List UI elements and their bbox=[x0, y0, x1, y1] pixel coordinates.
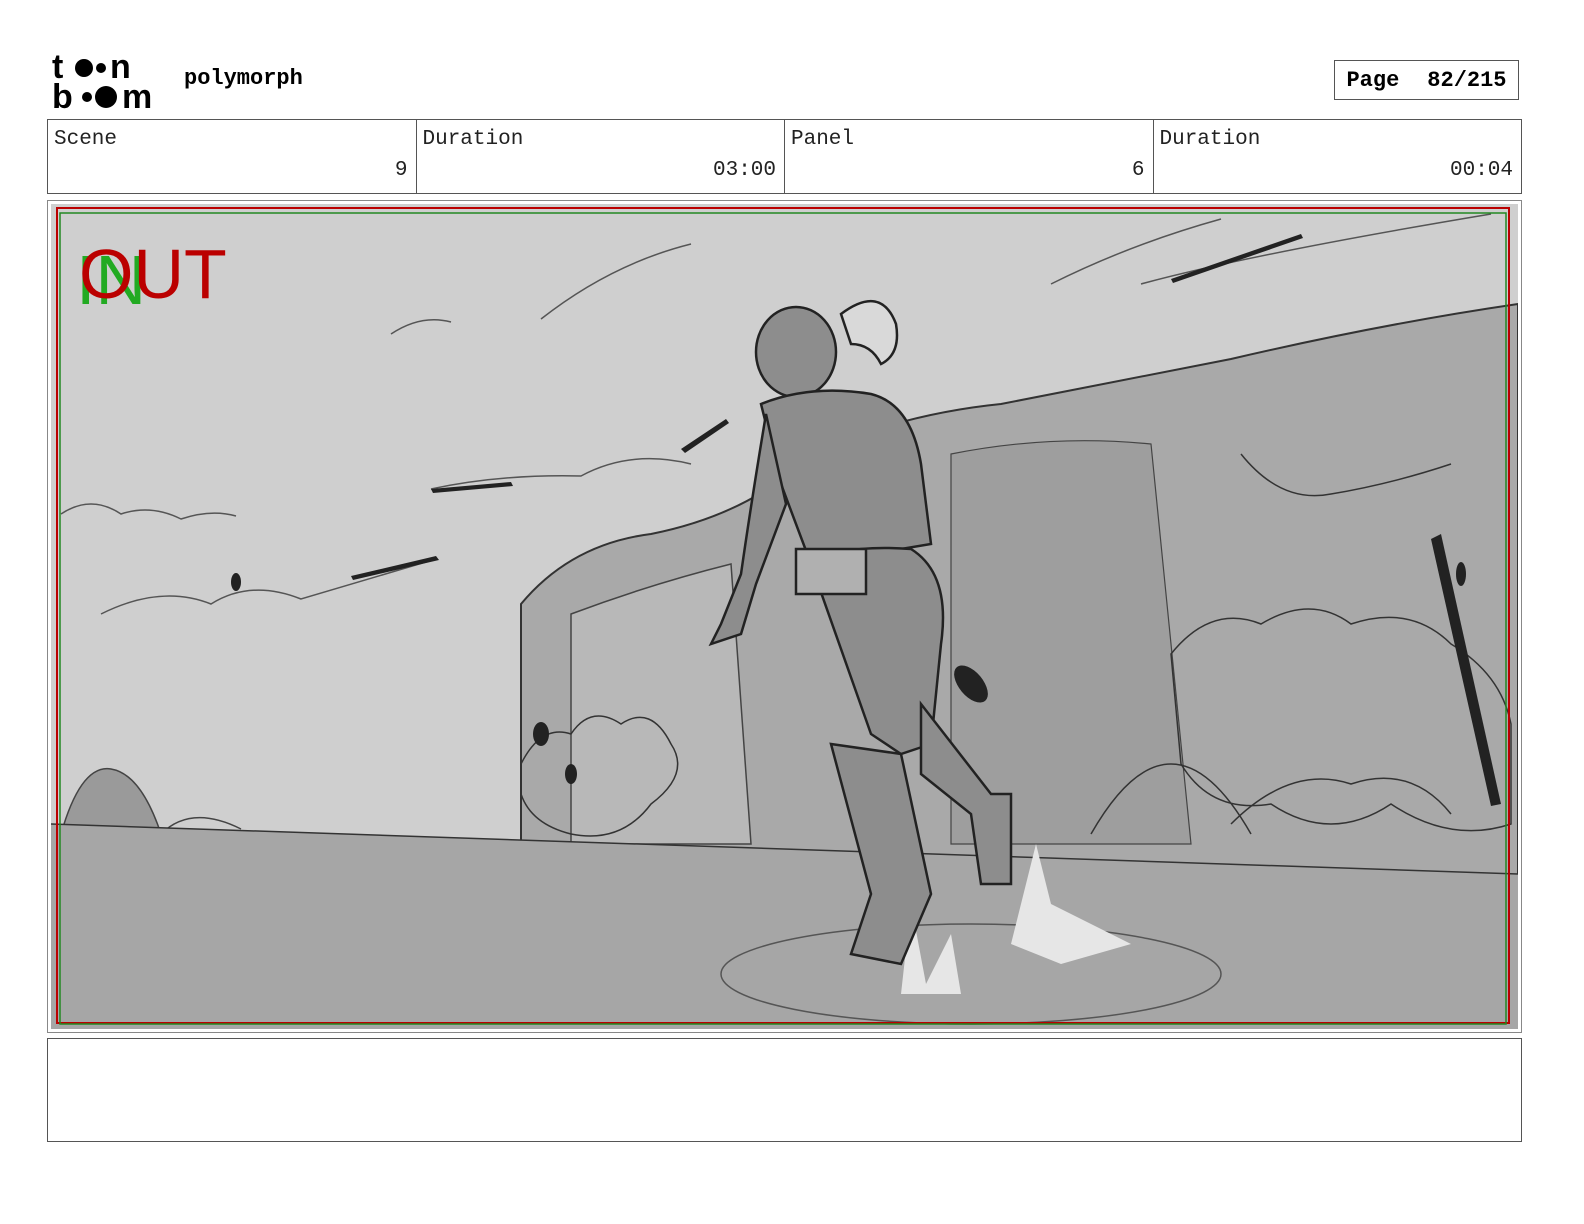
project-name: polymorph bbox=[184, 66, 303, 91]
scene-cell: Scene 9 bbox=[48, 120, 417, 193]
out-label: OUT bbox=[79, 235, 227, 313]
scene-duration-cell: Duration 03:00 bbox=[417, 120, 785, 193]
scene-duration-label: Duration bbox=[422, 128, 524, 151]
svg-text:b: b bbox=[52, 78, 73, 112]
scene-duration-value: 03:00 bbox=[712, 159, 776, 182]
page-value: 82/215 bbox=[1427, 67, 1507, 93]
page-label: Page bbox=[1346, 67, 1400, 93]
panel-value: 6 bbox=[1131, 159, 1145, 182]
storyboard-panel: IN OUT bbox=[47, 200, 1522, 1033]
scene-value: 9 bbox=[394, 159, 408, 182]
panel-notes bbox=[47, 1038, 1522, 1142]
panel-duration-value: 00:04 bbox=[1449, 159, 1513, 182]
scene-info-table: Scene 9 Duration 03:00 Panel 6 Duration … bbox=[47, 119, 1522, 194]
panel-sketch: IN OUT bbox=[51, 204, 1518, 1029]
panel-label: Panel bbox=[791, 128, 855, 151]
panel-duration-label: Duration bbox=[1159, 128, 1261, 151]
scene-label: Scene bbox=[54, 128, 118, 151]
toon-boom-logo: t n b m bbox=[52, 48, 164, 116]
svg-text:m: m bbox=[122, 78, 152, 112]
page-indicator: Page 82/215 bbox=[1334, 60, 1519, 100]
panel-duration-cell: Duration 00:04 bbox=[1154, 120, 1522, 193]
panel-cell: Panel 6 bbox=[785, 120, 1154, 193]
